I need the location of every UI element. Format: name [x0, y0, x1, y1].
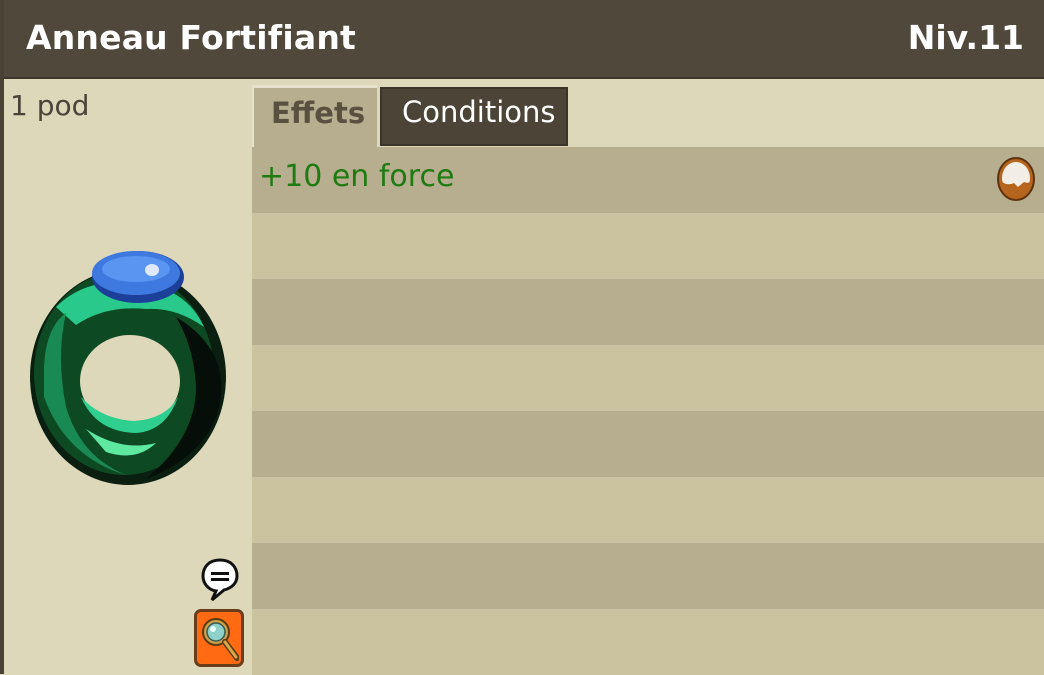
item-info-panel: 1 pod [4, 79, 252, 674]
inspect-button[interactable] [194, 609, 244, 667]
item-weight: 1 pod [10, 89, 90, 122]
chat-link-button[interactable] [200, 557, 240, 603]
list-item [252, 477, 1044, 543]
earth-element-icon [997, 157, 1035, 201]
list-item [252, 543, 1044, 609]
item-tooltip-window: Anneau Fortifiant Niv.11 1 pod Effets Co… [0, 0, 1044, 675]
item-name: Anneau Fortifiant [26, 18, 357, 57]
speech-bubble-icon [201, 558, 239, 602]
title-bar: Anneau Fortifiant Niv.11 [4, 0, 1044, 79]
effect-text: +10 en force [259, 159, 455, 194]
list-item [252, 609, 1044, 675]
magnifier-icon [202, 618, 239, 661]
list-item: +10 en force [252, 147, 1044, 213]
list-item [252, 345, 1044, 411]
tab-conditions[interactable]: Conditions [380, 87, 568, 146]
item-level: Niv.11 [907, 18, 1024, 57]
list-item [252, 279, 1044, 345]
item-details-panel: Effets Conditions +10 en force [252, 79, 1044, 675]
effects-list: +10 en force [252, 147, 1044, 675]
ring-icon [30, 251, 226, 485]
list-item [252, 213, 1044, 279]
tab-effets[interactable]: Effets [252, 85, 377, 147]
tab-bar: Effets Conditions [252, 79, 1044, 147]
list-item [252, 411, 1044, 477]
